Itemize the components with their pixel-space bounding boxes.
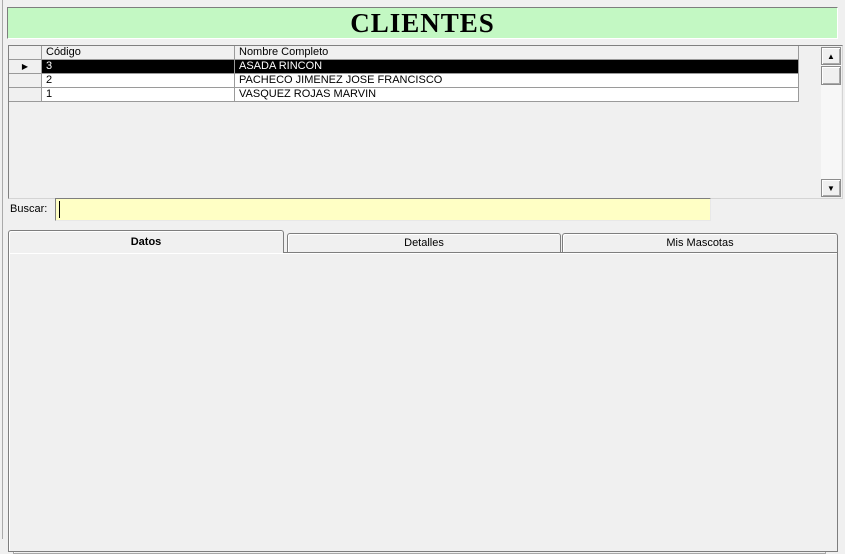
scrollbar-thumb[interactable] (821, 66, 841, 85)
tab-label: Mis Mascotas (666, 237, 733, 249)
grid-header-nombre: Nombre Completo (235, 46, 799, 60)
tab-mis-mascotas[interactable]: Mis Mascotas (562, 233, 838, 252)
tab-label: Datos (131, 236, 162, 248)
search-label: Buscar: (10, 203, 47, 215)
tab-detalles[interactable]: Detalles (287, 233, 561, 252)
cell-codigo[interactable]: 2 (42, 74, 235, 88)
cell-nombre[interactable]: ASADA RINCON (235, 60, 799, 74)
tab-datos[interactable]: Datos (8, 230, 284, 253)
row-selector-cell[interactable]: ▶ (9, 60, 42, 74)
scroll-up-button[interactable]: ▲ (821, 47, 841, 65)
table-row[interactable]: 1 VASQUEZ ROJAS MARVIN (9, 88, 799, 102)
arrow-up-icon: ▲ (827, 52, 835, 61)
current-row-arrow-icon: ▶ (22, 62, 28, 71)
title-banner: CLIENTES (7, 7, 838, 39)
grid-header-selector (9, 46, 42, 60)
row-selector-cell[interactable] (9, 88, 42, 102)
cell-nombre[interactable]: PACHECO JIMENEZ JOSE FRANCISCO (235, 74, 799, 88)
arrow-down-icon: ▼ (827, 184, 835, 193)
scroll-down-button[interactable]: ▼ (821, 179, 841, 197)
tab-panel-datos (8, 252, 838, 552)
grid-vertical-scrollbar[interactable]: ▲ ▼ (821, 47, 841, 197)
grid-header-row: Código Nombre Completo (9, 46, 799, 60)
grid-header-codigo: Código (42, 46, 235, 60)
page-title: CLIENTES (350, 8, 495, 39)
row-selector-cell[interactable] (9, 74, 42, 88)
cell-nombre[interactable]: VASQUEZ ROJAS MARVIN (235, 88, 799, 102)
cell-codigo[interactable]: 1 (42, 88, 235, 102)
tab-label: Detalles (404, 237, 444, 249)
table-row[interactable]: ▶ 3 ASADA RINCON (9, 60, 799, 74)
cell-codigo[interactable]: 3 (42, 60, 235, 74)
window-edge-line (2, 0, 3, 539)
text-caret (59, 201, 60, 218)
clients-grid: Código Nombre Completo ▶ 3 ASADA RINCON … (8, 45, 843, 199)
search-input[interactable] (55, 198, 711, 221)
table-row[interactable]: 2 PACHECO JIMENEZ JOSE FRANCISCO (9, 74, 799, 88)
grid-rows-area: Código Nombre Completo ▶ 3 ASADA RINCON … (9, 46, 799, 102)
